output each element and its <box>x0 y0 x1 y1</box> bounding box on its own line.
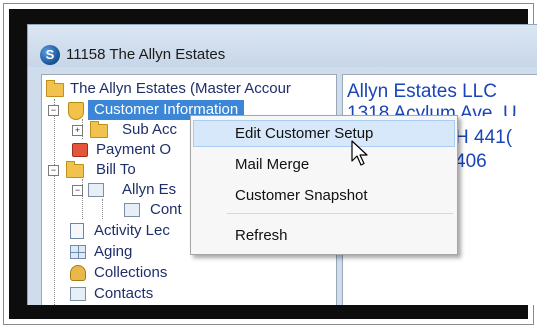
tree-node-label: Contacts <box>94 285 154 302</box>
tree-node-label: Cont <box>150 201 182 218</box>
menu-item-edit-customer-setup[interactable]: Edit Customer Setup <box>193 120 455 147</box>
tree-node-label: Sub Acc <box>122 121 178 138</box>
ledger-icon <box>70 223 84 239</box>
tree-node-label: Activity Lec <box>94 222 170 239</box>
folder-icon <box>66 161 84 178</box>
contacts-icon <box>70 287 86 301</box>
tree-guide-line <box>54 99 55 305</box>
menu-item-customer-snapshot[interactable]: Customer Snapshot <box>193 182 455 209</box>
payment-icon <box>72 143 88 157</box>
tree-node-label: Bill To <box>96 161 136 178</box>
grid-icon <box>70 245 86 259</box>
collections-icon <box>70 265 86 281</box>
tree-node-label: Aging <box>94 243 133 260</box>
collapse-icon[interactable]: − <box>48 105 59 116</box>
collapse-icon[interactable]: − <box>72 185 83 196</box>
tree-node-label: The Allyn Estates (Master Accour <box>70 80 291 97</box>
app-logo-icon: S <box>40 45 60 65</box>
window-titlebar: S 11158 The Allyn Estates <box>28 25 537 67</box>
company-name: Allyn Estates LLC <box>347 81 497 102</box>
address-card-icon <box>88 183 104 197</box>
tree-node-label: Collections <box>94 264 168 281</box>
menu-separator <box>227 213 453 214</box>
context-menu: Edit Customer Setup Mail Merge Customer … <box>190 115 458 255</box>
tree-node-label: Payment O <box>96 141 172 158</box>
tree-node-label: Allyn Es <box>122 181 177 198</box>
menu-item-mail-merge[interactable]: Mail Merge <box>193 151 455 178</box>
tree-guide-line <box>102 199 103 219</box>
expand-icon[interactable]: + <box>72 125 83 136</box>
city-state-zip: H 441( <box>455 127 513 148</box>
shield-icon <box>68 102 84 120</box>
menu-item-refresh[interactable]: Refresh <box>193 222 455 249</box>
collapse-icon[interactable]: − <box>48 165 59 176</box>
folder-icon <box>90 121 108 138</box>
folder-icon <box>46 80 64 97</box>
phone-number: 406 <box>455 151 487 172</box>
mouse-pointer-icon <box>351 140 368 166</box>
window-title: 11158 The Allyn Estates <box>66 46 226 63</box>
contact-card-icon <box>124 203 140 217</box>
